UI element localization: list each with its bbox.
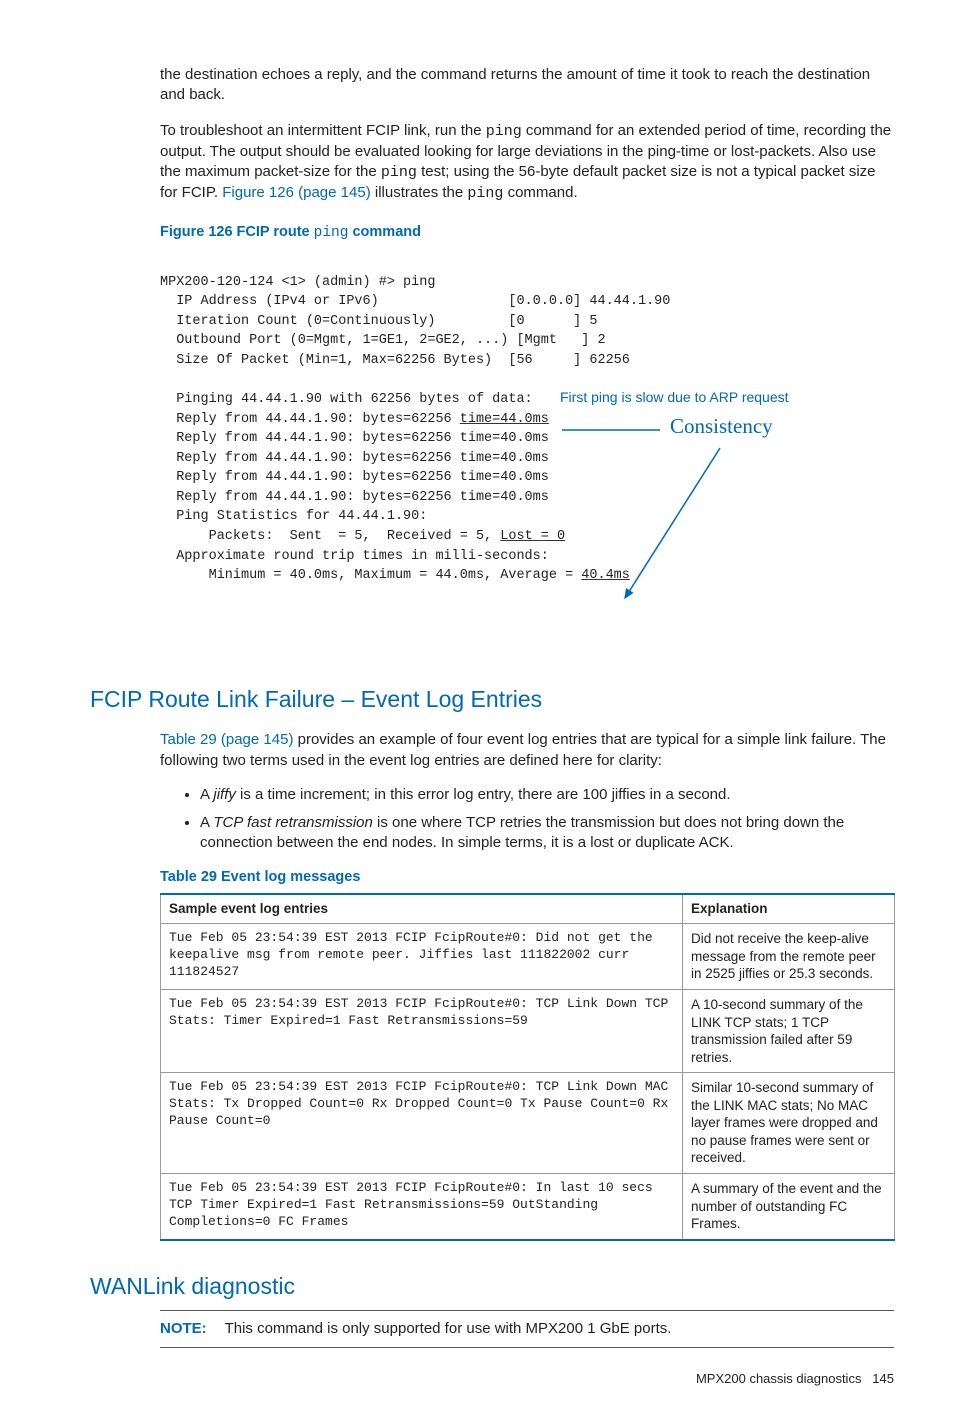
fig-line-4: Size Of Packet (Min=1, Max=62256 Bytes) … (160, 353, 630, 368)
fig-line-6: Pinging 44.44.1.90 with 62256 bytes of d… (160, 392, 533, 407)
bullet2-term: TCP fast retransmission (213, 814, 373, 831)
table-29-link[interactable]: Table 29 (page 145) (160, 731, 293, 748)
para-destination-echo: the destination echoes a reply, and the … (160, 65, 894, 106)
table-29-caption: Table 29 Event log messages (160, 868, 894, 888)
cell-expl-2: Similar 10-second summary of the LINK MA… (683, 1073, 895, 1174)
cell-sample-0: Tue Feb 05 23:54:39 EST 2013 FCIP FcipRo… (161, 924, 683, 990)
figure-126-caption: Figure 126 FCIP route ping command (160, 223, 894, 244)
bullet1-term: jiffy (213, 786, 236, 803)
fcip-intro-para: Table 29 (page 145) provides an example … (160, 730, 894, 771)
fig-line-13b: Lost = 0 (500, 529, 565, 544)
fig-line-15a: Minimum = 40.0ms, Maximum = 44.0ms, Aver… (160, 568, 581, 583)
table-row: Tue Feb 05 23:54:39 EST 2013 FCIP FcipRo… (161, 1073, 895, 1174)
fig-line-3: Outbound Port (0=Mgmt, 1=GE1, 2=GE2, ...… (160, 333, 606, 348)
annotation-first-ping: First ping is slow due to ARP request (560, 387, 789, 407)
footer-text: MPX200 chassis diagnostics (696, 1371, 861, 1386)
table-row: Tue Feb 05 23:54:39 EST 2013 FCIP FcipRo… (161, 990, 895, 1073)
ping-code-2: ping (381, 164, 417, 181)
cell-sample-1: Tue Feb 05 23:54:39 EST 2013 FCIP FcipRo… (161, 990, 683, 1073)
bullet1-b: is a time increment; in this error log e… (236, 786, 731, 803)
page-footer: MPX200 chassis diagnostics 145 (90, 1370, 894, 1388)
definitions-list: A jiffy is a time increment; in this err… (160, 785, 894, 854)
figure-126-link[interactable]: Figure 126 (page 145) (222, 184, 370, 201)
fig-line-1: IP Address (IPv4 or IPv6) [0.0.0.0] 44.4… (160, 294, 670, 309)
fig126-cap-a: Figure 126 FCIP route (160, 224, 314, 240)
ping-code-1: ping (486, 123, 522, 140)
fig-line-10: Reply from 44.44.1.90: bytes=62256 time=… (160, 470, 549, 485)
bullet2-a: A (200, 814, 213, 831)
heading-wanlink-diagnostic: WANLink diagnostic (90, 1271, 894, 1302)
consistency-arrow-icon (550, 418, 730, 618)
para2-seg-e: command. (503, 184, 577, 201)
fig-line-2: Iteration Count (0=Continuously) [0 ] 5 (160, 314, 597, 329)
fig-line-13a: Packets: Sent = 5, Received = 5, (160, 529, 500, 544)
cell-expl-0: Did not receive the keep-alive message f… (683, 924, 895, 990)
ping-code-3: ping (467, 185, 503, 202)
fig-line-11: Reply from 44.44.1.90: bytes=62256 time=… (160, 490, 549, 505)
heading-fcip-route-link-failure: FCIP Route Link Failure – Event Log Entr… (90, 684, 894, 715)
para2-seg-d: illustrates the (371, 184, 468, 201)
para2-seg-a: To troubleshoot an intermittent FCIP lin… (160, 122, 486, 139)
note-text: This command is only supported for use w… (225, 1320, 672, 1337)
note-label: NOTE: (160, 1320, 207, 1337)
figure-126-content: MPX200-120-124 <1> (admin) #> ping IP Ad… (160, 253, 894, 654)
table-row: Tue Feb 05 23:54:39 EST 2013 FCIP FcipRo… (161, 924, 895, 990)
th-sample: Sample event log entries (161, 894, 683, 924)
fig126-cap-ping: ping (314, 225, 349, 241)
fig-line-14: Approximate round trip times in milli-se… (160, 549, 549, 564)
fig-line-7a: Reply from 44.44.1.90: bytes=62256 (160, 412, 460, 427)
fig-line-12: Ping Statistics for 44.44.1.90: (160, 509, 427, 524)
fig-line-9: Reply from 44.44.1.90: bytes=62256 time=… (160, 451, 549, 466)
annotation-consistency: Consistency (670, 411, 773, 441)
bullet1-a: A (200, 786, 213, 803)
cell-expl-3: A summary of the event and the number of… (683, 1173, 895, 1239)
fig-line-7b: time=44.0ms (460, 412, 549, 427)
footer-page-number: 145 (872, 1371, 894, 1386)
fig-line-0: MPX200-120-124 <1> (admin) #> ping (160, 275, 435, 290)
th-explanation: Explanation (683, 894, 895, 924)
fig126-cap-b: command (348, 224, 421, 240)
table-row: Tue Feb 05 23:54:39 EST 2013 FCIP FcipRo… (161, 1173, 895, 1239)
event-log-table: Sample event log entries Explanation Tue… (160, 893, 895, 1240)
note-block: NOTE: This command is only supported for… (160, 1310, 894, 1348)
para-troubleshoot: To troubleshoot an intermittent FCIP lin… (160, 121, 894, 205)
fig-line-15b: 40.4ms (581, 568, 630, 583)
bullet-jiffy: A jiffy is a time increment; in this err… (200, 785, 894, 805)
cell-sample-3: Tue Feb 05 23:54:39 EST 2013 FCIP FcipRo… (161, 1173, 683, 1239)
cell-sample-2: Tue Feb 05 23:54:39 EST 2013 FCIP FcipRo… (161, 1073, 683, 1174)
cell-expl-1: A 10-second summary of the LINK TCP stat… (683, 990, 895, 1073)
fig-line-8: Reply from 44.44.1.90: bytes=62256 time=… (160, 431, 549, 446)
bullet-tcp-fast-retransmission: A TCP fast retransmission is one where T… (200, 813, 894, 854)
